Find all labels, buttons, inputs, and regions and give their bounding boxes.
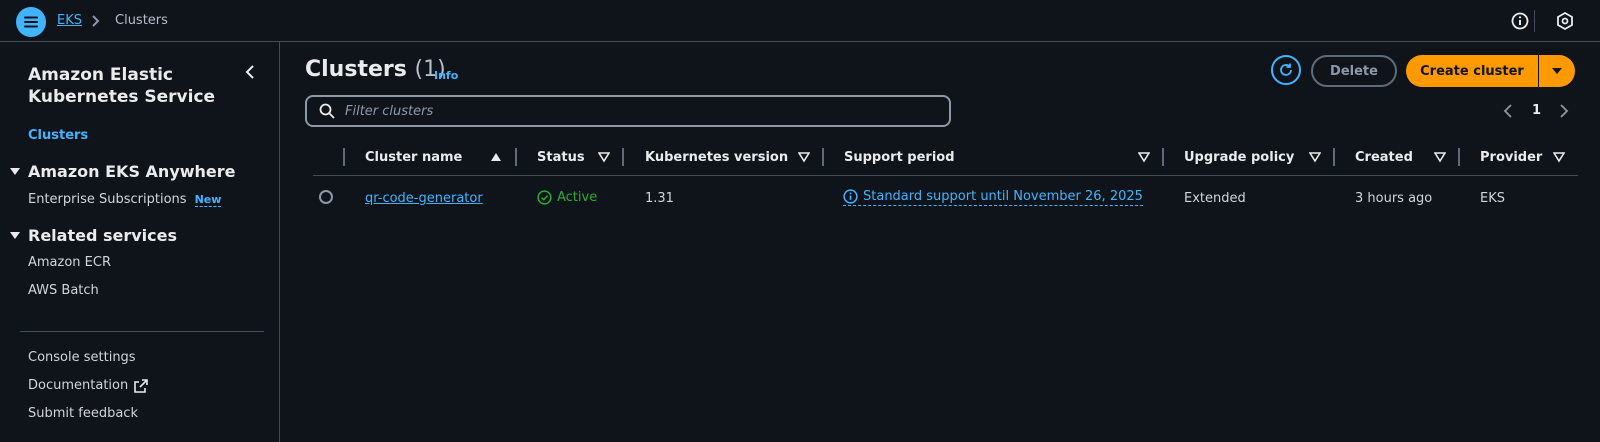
column-divider <box>343 148 345 166</box>
column-header-support-period[interactable]: Support period <box>844 150 955 165</box>
row-select-radio[interactable] <box>319 190 333 204</box>
delete-button[interactable]: Delete <box>1311 55 1397 87</box>
sidebar-section-eks-anywhere[interactable]: Amazon EKS Anywhere <box>10 162 236 181</box>
menu-icon <box>24 16 38 28</box>
provider-cell: EKS <box>1480 191 1505 206</box>
previous-page-button[interactable] <box>1502 103 1514 119</box>
support-period-link[interactable]: Standard support until November 26, 2025 <box>843 189 1143 206</box>
new-badge: New <box>194 193 222 207</box>
sidebar-item-label: Enterprise Subscriptions <box>28 192 187 207</box>
chevron-right-icon <box>1560 104 1569 118</box>
sidebar-item-aws-batch[interactable]: AWS Batch <box>28 283 99 298</box>
sidebar-section-label: Amazon EKS Anywhere <box>28 162 236 181</box>
caret-down-icon <box>10 167 20 175</box>
sort-ascending-icon[interactable] <box>490 151 502 163</box>
top-navigation-bar: EKS Clusters <box>0 0 1600 42</box>
search-icon <box>319 103 335 119</box>
sidebar-item-clusters[interactable]: Clusters <box>28 128 88 143</box>
filter-caret-icon[interactable] <box>798 151 810 163</box>
topbar-divider <box>1534 10 1535 32</box>
chevron-left-icon[interactable] <box>243 64 257 80</box>
column-header-cluster-name[interactable]: Cluster name <box>365 150 462 165</box>
column-header-upgrade-policy[interactable]: Upgrade policy <box>1184 150 1294 165</box>
sidebar-item-console-settings[interactable]: Console settings <box>28 350 136 365</box>
sidebar-section-related-services[interactable]: Related services <box>10 226 177 245</box>
sidebar-item-label: Documentation <box>28 378 129 393</box>
breadcrumb-eks[interactable]: EKS <box>57 13 82 28</box>
page-title: Clusters (1) <box>305 57 446 82</box>
chevron-right-icon <box>89 13 103 29</box>
caret-down-icon <box>10 231 20 239</box>
created-cell: 3 hours ago <box>1355 191 1433 206</box>
column-divider <box>622 148 624 166</box>
sidebar-section-label: Related services <box>28 226 178 245</box>
caret-down-icon <box>1552 68 1562 74</box>
refresh-button[interactable] <box>1271 55 1301 85</box>
cluster-name-link[interactable]: qr-code-generator <box>365 191 483 206</box>
column-header-provider[interactable]: Provider <box>1480 150 1542 165</box>
filter-caret-icon[interactable] <box>1138 151 1150 163</box>
create-cluster-button[interactable]: Create cluster <box>1406 55 1538 87</box>
sidebar-item-documentation[interactable]: Documentation <box>28 378 149 393</box>
column-header-status[interactable]: Status <box>537 150 585 165</box>
sidebar-title: Amazon Elastic Kubernetes Service <box>28 65 216 107</box>
filter-caret-icon[interactable] <box>1434 151 1446 163</box>
filter-caret-icon[interactable] <box>1309 151 1321 163</box>
info-icon <box>843 189 858 204</box>
breadcrumb-current: Clusters <box>115 13 168 28</box>
next-page-button[interactable] <box>1558 103 1570 119</box>
status-text: Active <box>557 190 598 205</box>
create-cluster-dropdown-button[interactable] <box>1539 55 1575 87</box>
check-circle-icon <box>537 190 552 205</box>
filter-caret-icon[interactable] <box>598 151 610 163</box>
info-icon[interactable] <box>1511 12 1529 30</box>
page-title-text: Clusters <box>305 57 407 82</box>
column-header-created[interactable]: Created <box>1355 150 1413 165</box>
upgrade-policy-cell: Extended <box>1184 191 1246 206</box>
filter-clusters-input[interactable] <box>343 102 927 120</box>
external-link-icon <box>134 378 149 393</box>
column-divider <box>1162 148 1164 166</box>
menu-button[interactable] <box>16 7 46 37</box>
refresh-icon <box>1280 63 1292 76</box>
sidebar-item-enterprise-subscriptions[interactable]: Enterprise Subscriptions New <box>28 192 222 207</box>
sidebar-divider <box>20 331 264 332</box>
support-period-text: Standard support until November 26, 2025 <box>863 189 1143 204</box>
column-divider <box>1458 148 1460 166</box>
chevron-left-icon <box>1503 104 1512 118</box>
kubernetes-version-cell: 1.31 <box>645 191 674 206</box>
column-divider <box>822 148 824 166</box>
page-number[interactable]: 1 <box>1532 103 1541 118</box>
filter-clusters-field[interactable] <box>305 95 951 127</box>
table-header-divider <box>313 175 1578 176</box>
column-divider <box>515 148 517 166</box>
sidebar-item-amazon-ecr[interactable]: Amazon ECR <box>28 255 111 270</box>
sidebar-item-submit-feedback[interactable]: Submit feedback <box>28 406 138 421</box>
column-header-kubernetes-version[interactable]: Kubernetes version <box>645 150 788 165</box>
filter-caret-icon[interactable] <box>1553 151 1565 163</box>
status-indicator: Active <box>537 190 597 205</box>
info-link[interactable]: Info <box>434 69 458 82</box>
sidebar: Amazon Elastic Kubernetes Service Cluste… <box>0 42 280 442</box>
settings-icon[interactable] <box>1555 11 1575 31</box>
column-divider <box>1333 148 1335 166</box>
